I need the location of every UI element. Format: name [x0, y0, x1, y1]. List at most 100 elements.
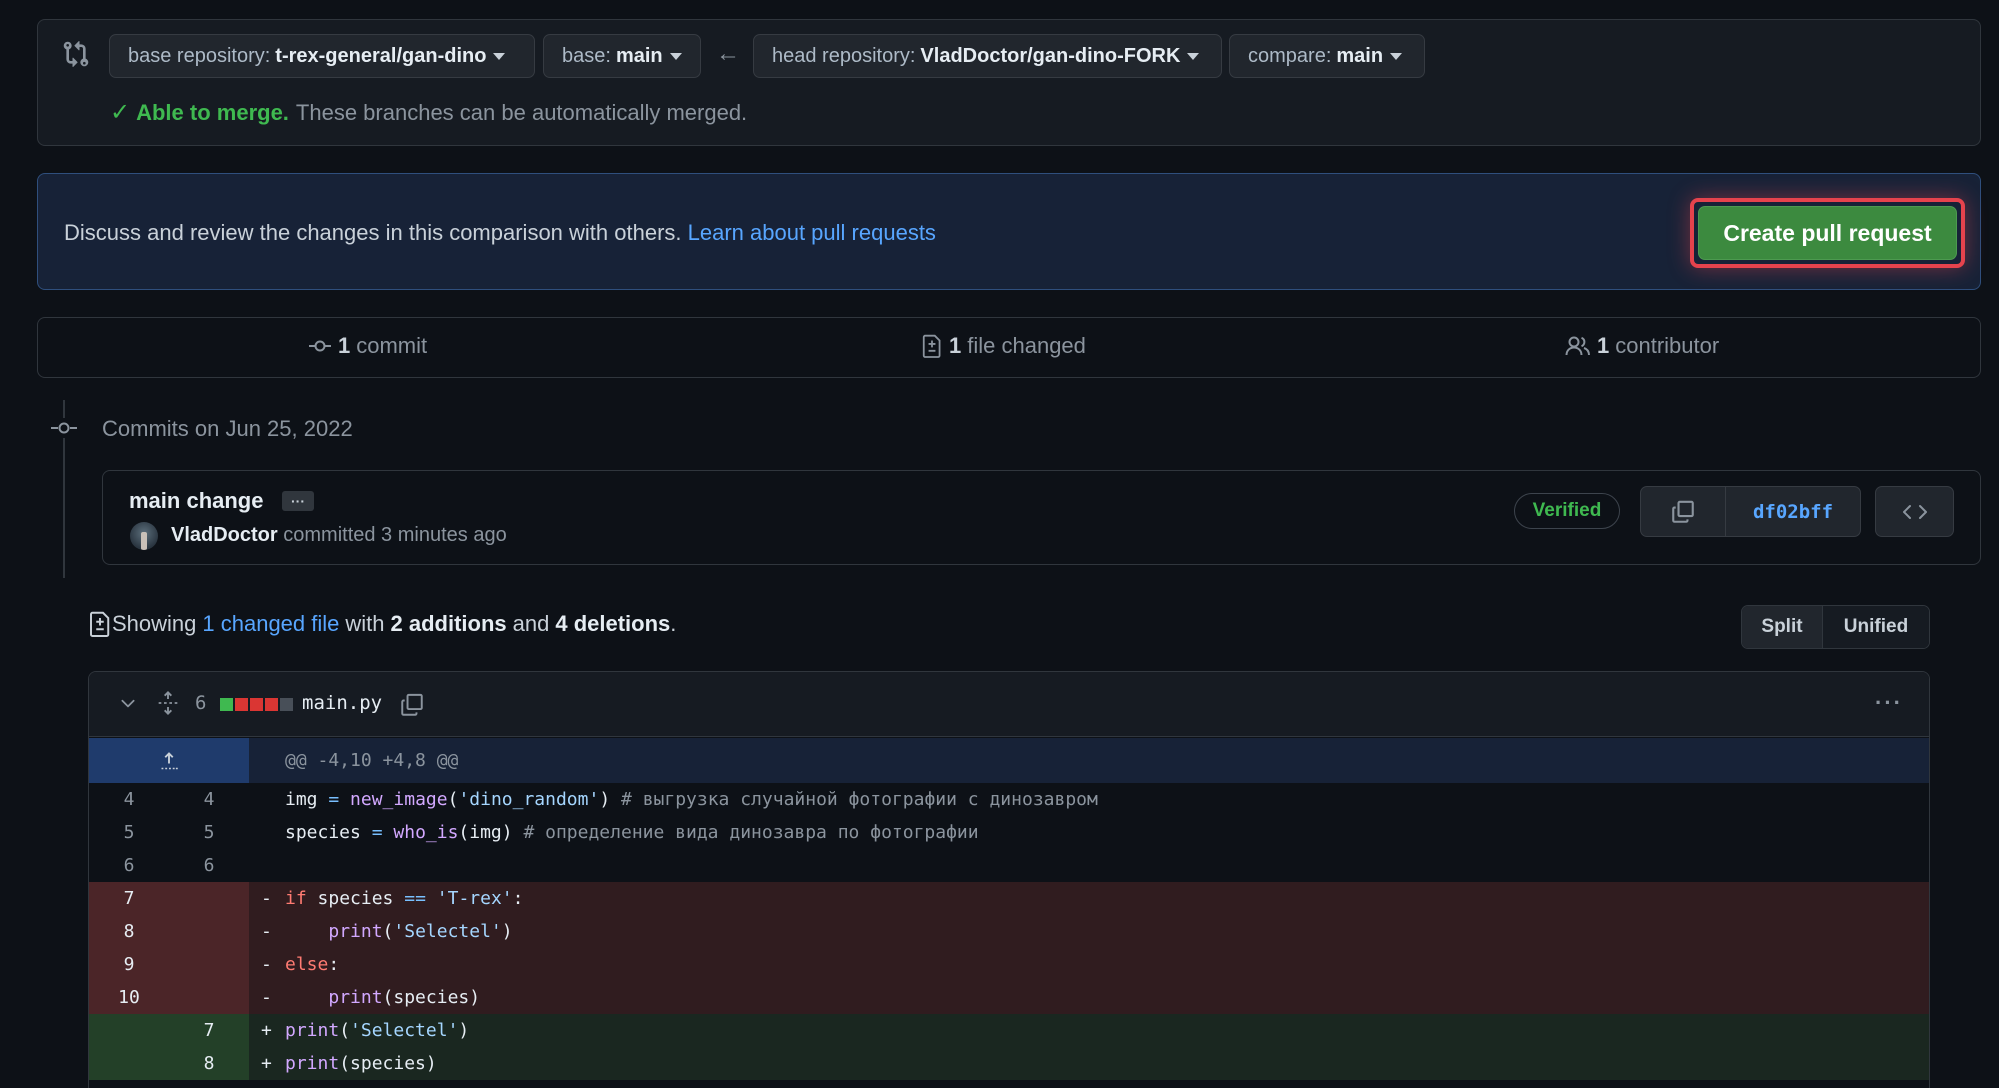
file-diff-icon [922, 334, 941, 358]
unfold-icon[interactable] [157, 691, 179, 715]
contributors-stat[interactable]: 1 contributor [1565, 333, 1719, 359]
commits-stat[interactable]: 1 commit [308, 333, 427, 359]
diff-sign: - [261, 921, 272, 942]
copy-icon[interactable] [399, 692, 425, 718]
old-line-number[interactable]: 7 [89, 882, 169, 915]
diff-line-del: 8 - print('Selectel') [89, 915, 1929, 948]
diff-sign: - [261, 888, 272, 909]
new-line-number[interactable]: 8 [169, 1047, 249, 1080]
old-line-number[interactable] [89, 1047, 169, 1080]
code-line: img = new_image('dino_random') # выгрузк… [285, 789, 1098, 810]
diff-sign: - [261, 954, 272, 975]
new-line-number[interactable] [169, 882, 249, 915]
old-line-number[interactable]: 8 [89, 915, 169, 948]
diff-change-count: 6 [195, 692, 207, 714]
changed-files-link[interactable]: 1 changed file [202, 611, 339, 637]
code-line: species = who_is(img) # определение вида… [285, 822, 979, 843]
diff-file-name[interactable]: main.py [302, 692, 382, 714]
diffstat-block-del [235, 698, 248, 711]
file-diff-icon [90, 611, 110, 637]
expand-up-icon [161, 751, 178, 769]
learn-pull-requests-link[interactable]: Learn about pull requests [688, 220, 936, 245]
diff-line-del: 10 - print(species) [89, 981, 1929, 1014]
diff-line-ctx: 4 4 img = new_image('dino_random') # выгру… [89, 783, 1929, 816]
diff-sign: - [261, 987, 272, 1008]
old-line-number[interactable]: 6 [89, 849, 169, 882]
check-icon: ✓ [110, 99, 131, 126]
diff-file: 6 main.py ··· @@ -4,10 +4,8 @@ 4 4 img = n… [88, 671, 1930, 1088]
git-compare-icon [63, 41, 89, 67]
diff-sign: + [261, 1020, 272, 1041]
create-pull-request-button[interactable]: Create pull request [1698, 206, 1957, 260]
compare-branch-select[interactable]: compare: main [1229, 34, 1425, 78]
commit-sha-group: df02bff [1640, 486, 1861, 537]
line-number-gutter: 55 [89, 816, 249, 849]
new-line-number[interactable] [169, 948, 249, 981]
code-line: - print('Selectel') [261, 921, 513, 942]
old-line-number[interactable]: 10 [89, 981, 169, 1014]
head-repository-select[interactable]: head repository: VladDoctor/gan-dino-FORK [753, 34, 1222, 78]
code-line: - else: [261, 954, 340, 975]
diffstat-block-del [250, 698, 263, 711]
avatar[interactable] [130, 522, 158, 550]
copy-sha-button[interactable] [1641, 487, 1726, 536]
new-line-number[interactable]: 4 [169, 783, 249, 816]
diffstat-block-del [265, 698, 278, 711]
commit-sha-link[interactable]: df02bff [1726, 487, 1860, 536]
browse-repository-button[interactable] [1875, 486, 1954, 537]
caret-down-icon [669, 52, 682, 60]
code-line: + print('Selectel') [261, 1020, 470, 1041]
line-number-gutter: 8 [89, 1047, 249, 1080]
base-repository-select[interactable]: base repository: t-rex-general/gan-dino [109, 34, 535, 78]
code-line: + print(species) [261, 1053, 437, 1074]
arrow-left-icon: ← [716, 40, 740, 67]
diff-line-add: 7 + print('Selectel') [89, 1014, 1929, 1047]
files-changed-stat[interactable]: 1 file changed [921, 333, 1086, 359]
caret-down-icon [1187, 52, 1200, 60]
commit-author-link[interactable]: VladDoctor [171, 524, 278, 546]
unified-view-button[interactable]: Unified [1823, 606, 1929, 648]
copy-icon [1672, 500, 1694, 523]
diff-summary: Showing 1 changed file with 2 additions … [88, 610, 676, 638]
diffstat-bar [220, 698, 293, 711]
line-number-gutter: 9 [89, 948, 249, 981]
line-number-gutter: 8 [89, 915, 249, 948]
commits-date-heading: Commits on Jun 25, 2022 [102, 416, 353, 441]
new-line-number[interactable]: 7 [169, 1014, 249, 1047]
diff-line-del: 9 - else: [89, 948, 1929, 981]
new-line-number[interactable] [169, 915, 249, 948]
diff-line-ctx: 66 [89, 849, 1929, 882]
commit-meta: VladDoctor committed 3 minutes ago [171, 524, 507, 546]
merge-status: ✓ Able to merge. These branches can be a… [110, 99, 748, 126]
old-line-number[interactable]: 4 [89, 783, 169, 816]
code-line: - print(species) [261, 987, 481, 1008]
code-line: - if species == 'T-rex': [261, 888, 524, 909]
diff-view-toggle: Split Unified [1741, 605, 1930, 649]
base-branch-select[interactable]: base: main [543, 34, 701, 78]
diff-line-ctx: 5 5 species = who_is(img) # определение ви… [89, 816, 1929, 849]
line-number-gutter: 44 [89, 783, 249, 816]
caret-down-icon [1390, 52, 1403, 60]
hunk-header: @@ -4,10 +4,8 @@ [285, 750, 459, 771]
people-icon [1565, 336, 1590, 356]
hunk-header-row: @@ -4,10 +4,8 @@ [89, 738, 1929, 783]
expand-up-button[interactable] [89, 738, 249, 783]
chevron-down-icon[interactable] [119, 694, 137, 712]
old-line-number[interactable]: 5 [89, 816, 169, 849]
new-line-number[interactable]: 5 [169, 816, 249, 849]
old-line-number[interactable] [89, 1014, 169, 1047]
split-view-button[interactable]: Split [1742, 606, 1823, 648]
old-line-number[interactable]: 9 [89, 948, 169, 981]
new-line-number[interactable]: 6 [169, 849, 249, 882]
commit-title-link[interactable]: main change [129, 488, 263, 514]
diff-table: @@ -4,10 +4,8 @@ 4 4 img = new_image('dino… [89, 738, 1929, 1080]
new-line-number[interactable] [169, 981, 249, 1014]
diffstat-block-neutral [280, 698, 293, 711]
diff-line-add: 8 + print(species) [89, 1047, 1929, 1080]
caret-down-icon [493, 52, 506, 60]
line-number-gutter: 10 [89, 981, 249, 1014]
kebab-menu-button[interactable]: ··· [1875, 690, 1903, 716]
expand-commit-message-button[interactable]: ··· [282, 491, 314, 511]
verified-badge[interactable]: Verified [1514, 493, 1620, 529]
code-icon [1902, 504, 1927, 519]
